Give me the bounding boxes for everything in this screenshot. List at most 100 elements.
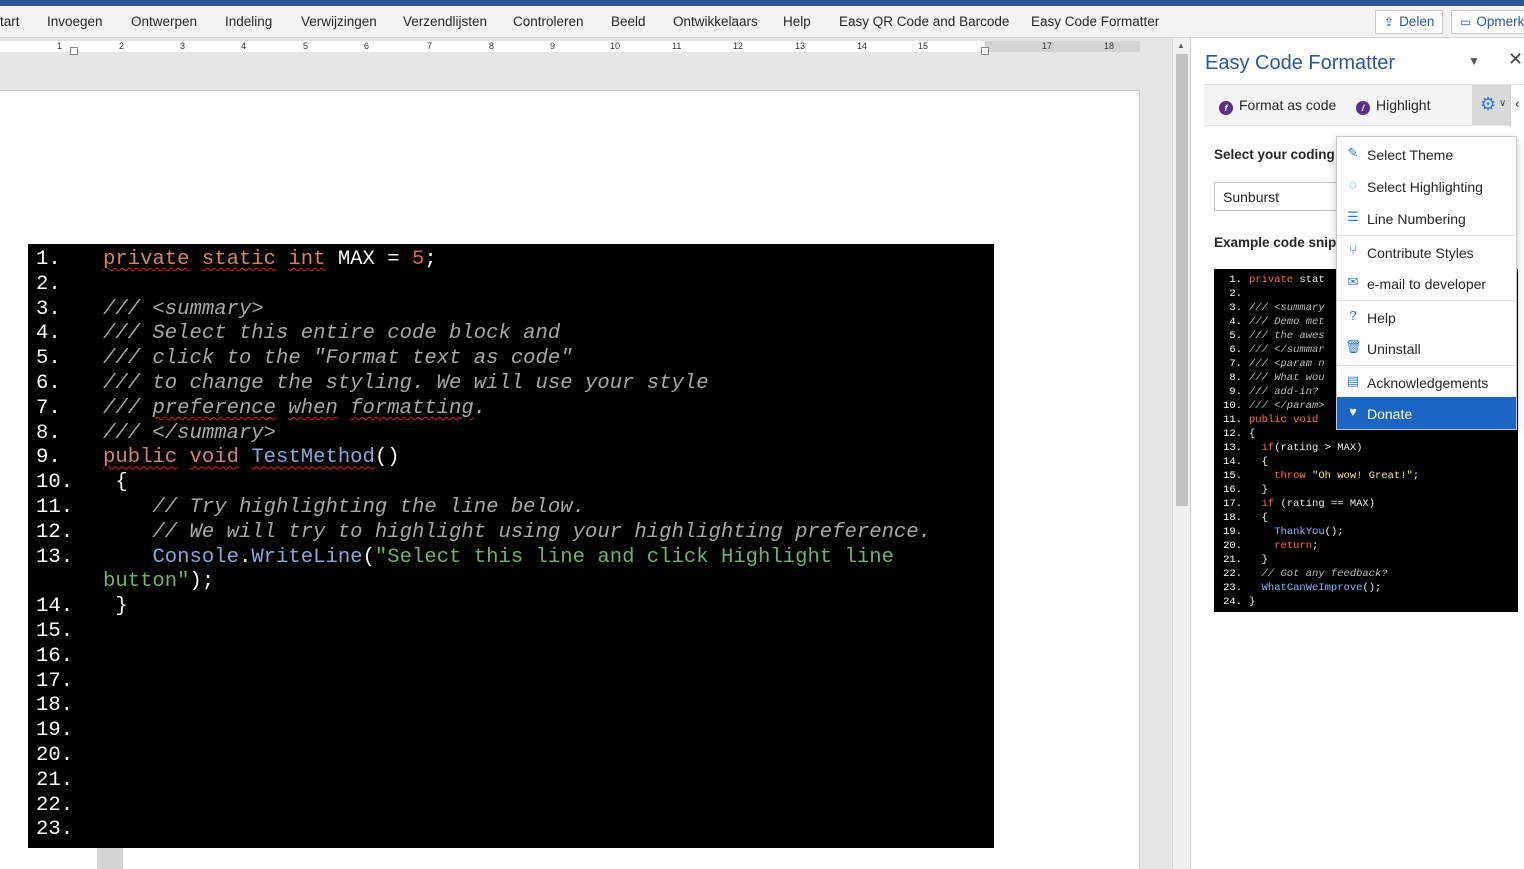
ruler-number: 10 bbox=[610, 41, 621, 51]
tab-easy-qr-code[interactable]: Easy QR Code and Barcode bbox=[839, 14, 1009, 29]
ruler-number: 4 bbox=[241, 41, 247, 51]
ruler-indent-marker[interactable] bbox=[70, 47, 78, 55]
highlight-logo-icon: / bbox=[1356, 101, 1370, 115]
collapse-pane-button[interactable]: ‹ bbox=[1510, 85, 1524, 127]
menu-item-donate[interactable]: ♥ Donate bbox=[1337, 397, 1516, 429]
line-number: 19. bbox=[36, 719, 74, 743]
menu-item-label: Uninstall bbox=[1367, 341, 1421, 357]
snippet-line-number: 13. bbox=[1223, 442, 1242, 454]
ruler-right-indent-marker[interactable] bbox=[981, 47, 989, 55]
snippet-line-number: 19. bbox=[1223, 526, 1242, 538]
menu-item-contribute-styles[interactable]: ⑂ Contribute Styles bbox=[1337, 235, 1516, 267]
menu-item-select-theme[interactable]: ✎ Select Theme bbox=[1337, 138, 1516, 170]
line-number: 13. bbox=[36, 545, 74, 569]
chevron-down-icon: ∨ bbox=[1499, 98, 1507, 109]
code-text: /// <summary> bbox=[103, 297, 264, 321]
code-line: 7. /// preference when formatting. bbox=[28, 397, 994, 422]
snippet-line-number: 23. bbox=[1223, 582, 1242, 594]
menu-item-uninstall[interactable]: 🗑 Uninstall bbox=[1337, 332, 1516, 364]
line-number: 10. bbox=[36, 471, 74, 495]
document-icon: ▤ bbox=[1346, 373, 1360, 388]
pane-close-icon[interactable]: ✕ bbox=[1508, 49, 1523, 70]
tab-verzendlijsten[interactable]: Verzendlijsten bbox=[403, 14, 487, 29]
ruler-number: 14 bbox=[857, 41, 868, 51]
line-number: 6. bbox=[36, 372, 61, 395]
code-line: 5. /// click to the "Format text as code" bbox=[28, 347, 994, 372]
tab-help[interactable]: Help bbox=[783, 14, 811, 29]
formatted-code-block[interactable]: 1. private static int MAX = 5; 2. 3. /// <su… bbox=[28, 244, 994, 848]
tab-beeld[interactable]: Beeld bbox=[611, 14, 646, 29]
line-number: 8. bbox=[36, 421, 61, 445]
snippet-line-number: 8. bbox=[1229, 372, 1242, 384]
menu-item-acknowledgements[interactable]: ▤ Acknowledgements bbox=[1337, 365, 1516, 397]
snippet-line: 19. ThankYou(); bbox=[1214, 525, 1518, 539]
ruler-number: 12 bbox=[733, 41, 744, 51]
menu-item-label: e-mail to developer bbox=[1367, 276, 1487, 292]
code-text: /// preference when formatting. bbox=[103, 396, 487, 420]
snippet-code-text: ThankYou(); bbox=[1274, 526, 1344, 538]
menu-item-label: Help bbox=[1367, 310, 1396, 326]
code-text: // We will try to highlight using your h… bbox=[103, 520, 932, 544]
tab-verwijzingen[interactable]: Verwijzingen bbox=[301, 14, 377, 29]
snippet-code-text: { bbox=[1249, 428, 1256, 440]
tab-invoegen[interactable]: Invoegen bbox=[47, 14, 103, 29]
snippet-line: 22. // Got any feedback? bbox=[1214, 567, 1518, 581]
tab-ontwikkelaars[interactable]: Ontwikkelaars bbox=[673, 14, 758, 29]
menu-item-e-mail-to-developer[interactable]: ✉ e-mail to developer bbox=[1337, 267, 1516, 299]
menu-item-select-highlighting[interactable]: ◌ Select Highlighting bbox=[1337, 170, 1516, 202]
code-text: button"); bbox=[103, 570, 215, 594]
format-as-code-button[interactable]: f Format as code bbox=[1219, 97, 1336, 115]
snippet-code-text: { bbox=[1249, 456, 1268, 468]
line-number: 3. bbox=[36, 297, 61, 321]
highlight-button[interactable]: / Highlight bbox=[1356, 97, 1430, 115]
tab-start[interactable]: tart bbox=[0, 14, 20, 29]
share-button[interactable]: ⇪ Delen bbox=[1375, 10, 1443, 34]
snippet-code-text: /// add-in? bbox=[1249, 386, 1319, 398]
ruler-number: 18 bbox=[1104, 41, 1115, 51]
line-number: 7. bbox=[36, 396, 61, 420]
theme-select[interactable]: Sunburst bbox=[1214, 182, 1348, 211]
snippet-line: 16. } bbox=[1214, 483, 1518, 497]
vertical-scrollbar[interactable]: ▲ bbox=[1172, 38, 1190, 869]
tab-ontwerpen[interactable]: Ontwerpen bbox=[131, 14, 197, 29]
snippet-line-number: 10. bbox=[1223, 400, 1242, 412]
menu-item-label: Line Numbering bbox=[1367, 211, 1466, 227]
tab-easy-code-formatter[interactable]: Easy Code Formatter bbox=[1031, 14, 1159, 29]
snippet-line-number: 2. bbox=[1229, 288, 1242, 300]
code-line: 18. bbox=[28, 694, 994, 719]
coding-style-label: Select your coding bbox=[1214, 147, 1335, 162]
example-snippet-label: Example code snip bbox=[1214, 235, 1337, 250]
ruler-number: 9 bbox=[550, 41, 556, 51]
trash-icon: 🗑 bbox=[1345, 339, 1362, 354]
tab-indeling[interactable]: Indeling bbox=[225, 14, 272, 29]
branch-icon: ⑂ bbox=[1349, 243, 1357, 258]
line-number: 20. bbox=[36, 744, 74, 767]
ruler-number: 11 bbox=[672, 41, 682, 51]
line-number: 4. bbox=[36, 322, 61, 346]
comments-button[interactable]: ▭ Opmerk bbox=[1451, 10, 1524, 34]
menu-item-line-numbering[interactable]: ☰ Line Numbering bbox=[1337, 202, 1516, 234]
code-text: } bbox=[103, 595, 128, 619]
gear-icon: ⚙ bbox=[1480, 94, 1497, 114]
snippet-line: 24.} bbox=[1214, 595, 1518, 609]
snippet-line-number: 14. bbox=[1223, 456, 1242, 468]
code-line: 22. bbox=[28, 794, 994, 819]
pane-options-chevron-icon[interactable]: ▼ bbox=[1468, 54, 1480, 68]
scroll-thumb[interactable] bbox=[1176, 54, 1188, 506]
code-line: 12. // We will try to highlight using yo… bbox=[28, 521, 994, 546]
ruler-number: 8 bbox=[489, 41, 495, 51]
snippet-line: 14. { bbox=[1214, 455, 1518, 469]
snippet-line: 15. throw "Oh wow! Great!"; bbox=[1214, 469, 1518, 483]
snippet-line-number: 20. bbox=[1223, 540, 1242, 552]
menu-item-help[interactable]: ? Help bbox=[1337, 300, 1516, 332]
snippet-line: 13. if(rating > MAX) bbox=[1214, 441, 1518, 455]
pane-title: Easy Code Formatter bbox=[1205, 52, 1396, 74]
scroll-up-icon[interactable]: ▲ bbox=[1177, 41, 1185, 50]
settings-button[interactable]: ⚙ ∨ bbox=[1472, 85, 1512, 125]
comment-icon: ▭ bbox=[1460, 15, 1472, 29]
menu-item-label: Acknowledgements bbox=[1367, 375, 1489, 391]
word-window: tart Invoegen Ontwerpen Indeling Verwijz… bbox=[0, 0, 1524, 869]
menu-item-label: Select Theme bbox=[1367, 147, 1454, 163]
code-line: 19. bbox=[28, 719, 994, 744]
tab-controleren[interactable]: Controleren bbox=[513, 14, 584, 29]
